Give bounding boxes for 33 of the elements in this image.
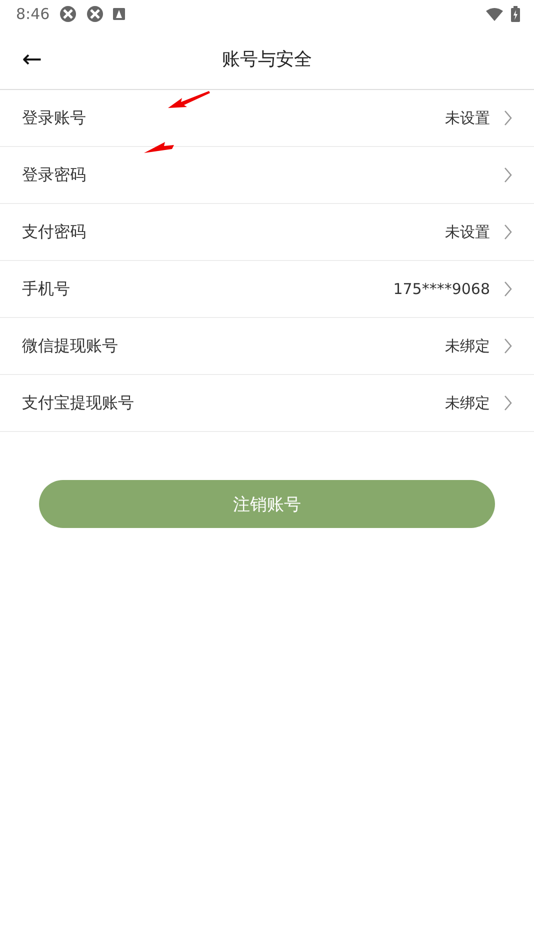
row-value: 未设置	[445, 108, 490, 128]
notification-icon	[112, 8, 125, 20]
app-icon	[86, 5, 104, 23]
settings-row[interactable]: 支付密码 未设置	[0, 204, 534, 260]
row-label: 登录账号	[22, 108, 86, 128]
settings-row[interactable]: 登录密码	[0, 147, 534, 203]
page-title: 账号与安全	[222, 48, 312, 70]
wifi-icon	[486, 8, 503, 20]
row-value: 未绑定	[445, 394, 490, 412]
row-label: 登录密码	[22, 164, 86, 186]
battery-icon	[511, 6, 520, 22]
chevron-icon	[504, 281, 512, 297]
row-value: 175****9068	[393, 280, 490, 298]
chevron-icon	[504, 167, 512, 183]
settings-row[interactable]: 登录账号 未设置	[0, 90, 534, 146]
settings-row[interactable]: 微信提现账号 未绑定	[0, 318, 534, 374]
status-time: 8:46	[16, 5, 50, 23]
chevron-icon	[504, 110, 512, 126]
chevron-icon	[504, 338, 512, 354]
row-value: 未绑定	[445, 336, 490, 356]
app-icon	[58, 5, 77, 23]
row-label: 支付宝提现账号	[22, 392, 134, 414]
pointer-arrow-icon	[143, 141, 175, 155]
settings-row[interactable]: 支付宝提现账号 未绑定	[0, 375, 534, 431]
pointer-arrow-icon	[167, 90, 211, 110]
settings-row[interactable]: 手机号 175****9068	[0, 261, 534, 317]
chevron-icon	[504, 395, 512, 411]
row-value: 未设置	[445, 222, 490, 242]
row-label: 微信提现账号	[22, 336, 118, 356]
chevron-icon	[504, 224, 512, 240]
row-label: 手机号	[22, 278, 70, 300]
row-label: 支付密码	[22, 222, 86, 242]
back-button[interactable]: ←	[20, 44, 44, 74]
